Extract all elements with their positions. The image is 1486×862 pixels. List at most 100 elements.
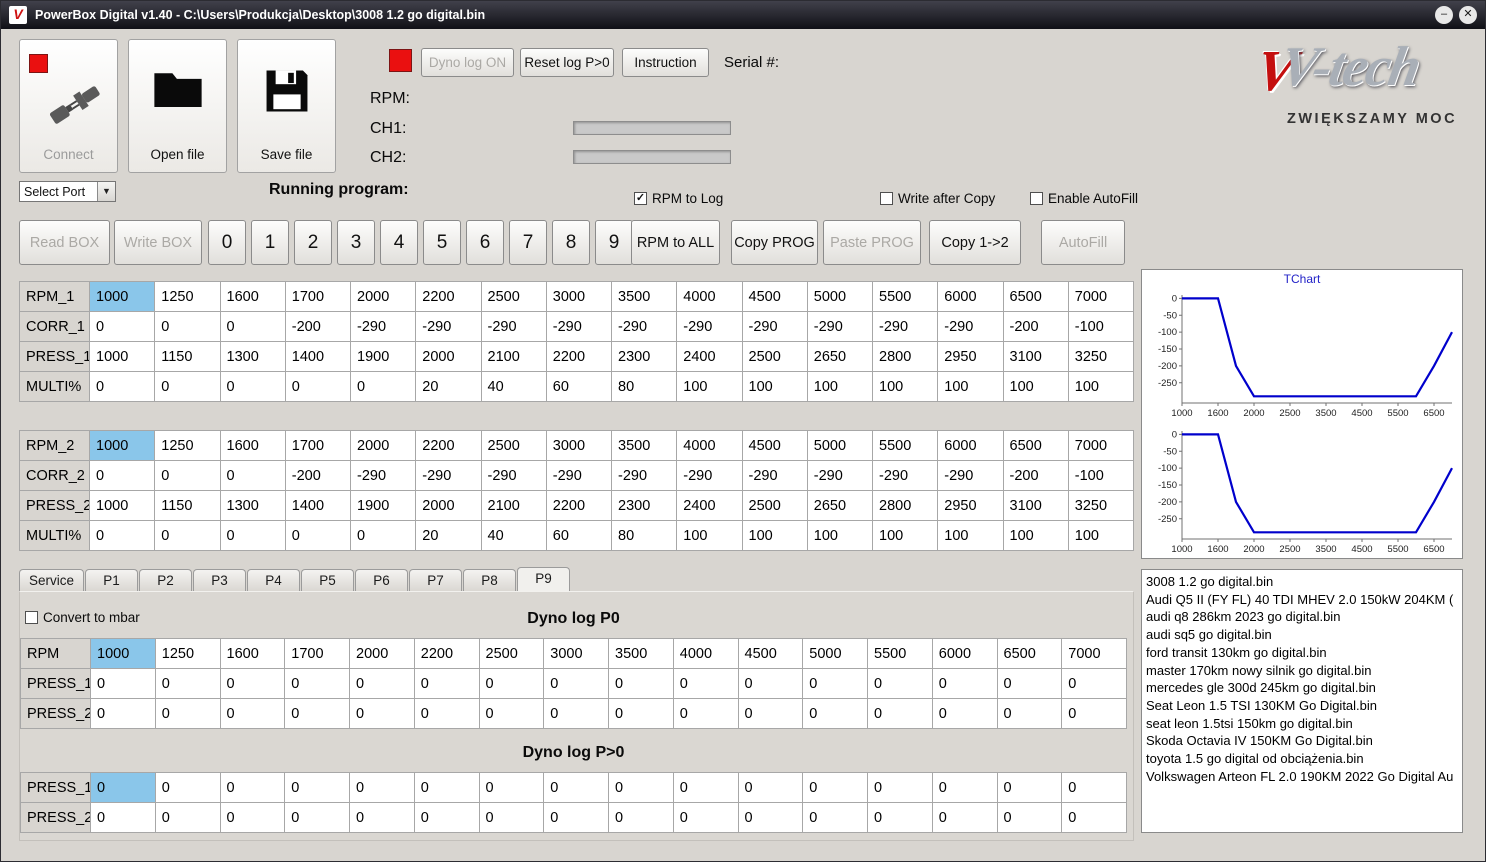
- cell-RPM_1-13[interactable]: 6000: [937, 281, 1004, 312]
- cell-RPM-3[interactable]: 1700: [284, 638, 350, 669]
- reset-log-button[interactable]: Reset log P>0: [520, 48, 614, 77]
- cell-CORR_2-1[interactable]: 0: [154, 460, 221, 491]
- cell-RPM-8[interactable]: 3500: [608, 638, 674, 669]
- cell-MULTI%-4[interactable]: 0: [349, 520, 417, 551]
- cell-MULTI%-11[interactable]: 100: [806, 371, 874, 402]
- cell-PRESS_1-9[interactable]: 0: [672, 772, 739, 803]
- cell-CORR_1-9[interactable]: -290: [676, 311, 743, 342]
- cell-CORR_1-3[interactable]: -200: [284, 311, 352, 342]
- copy-1-2-button[interactable]: Copy 1->2: [929, 220, 1021, 265]
- cell-PRESS_2-7[interactable]: 0: [543, 802, 609, 833]
- cell-PRESS_1-15[interactable]: 0: [1061, 772, 1127, 803]
- tab-p2[interactable]: P2: [139, 569, 193, 592]
- cell-RPM-15[interactable]: 7000: [1061, 638, 1127, 669]
- cell-RPM_2-4[interactable]: 2000: [349, 430, 417, 461]
- cell-PRESS_2-11[interactable]: 0: [802, 802, 868, 833]
- tab-p6[interactable]: P6: [355, 569, 409, 592]
- cell-RPM-1[interactable]: 1250: [154, 638, 221, 669]
- cell-MULTI%-9[interactable]: 100: [676, 371, 743, 402]
- cell-RPM_2-15[interactable]: 7000: [1067, 430, 1135, 461]
- cell-MULTI%-6[interactable]: 40: [480, 520, 547, 551]
- cell-PRESS_1-8[interactable]: 0: [608, 772, 674, 803]
- read-box-button[interactable]: Read BOX: [19, 220, 110, 265]
- cell-RPM_2-8[interactable]: 3500: [610, 430, 678, 461]
- cell-PRESS_1-1[interactable]: 0: [154, 772, 221, 803]
- cell-PRESS_2-9[interactable]: 0: [672, 698, 739, 729]
- cell-MULTI%-7[interactable]: 60: [545, 371, 613, 402]
- cell-CORR_1-6[interactable]: -290: [480, 311, 547, 342]
- cell-RPM_1-6[interactable]: 2500: [480, 281, 547, 312]
- write-after-copy-checkbox-box[interactable]: [880, 192, 893, 205]
- cell-PRESS_1-0[interactable]: 0: [90, 668, 156, 699]
- cell-RPM-9[interactable]: 4000: [672, 638, 739, 669]
- cell-CORR_2-8[interactable]: -290: [610, 460, 678, 491]
- cell-PRESS_1-7[interactable]: 2200: [545, 341, 613, 372]
- cell-PRESS_1-10[interactable]: 0: [737, 772, 804, 803]
- cell-PRESS_1-12[interactable]: 0: [867, 772, 933, 803]
- cell-RPM_2-0[interactable]: 1000: [88, 430, 156, 461]
- cell-CORR_1-12[interactable]: -290: [871, 311, 939, 342]
- cell-CORR_2-4[interactable]: -290: [349, 460, 417, 491]
- cell-PRESS_1-3[interactable]: 0: [284, 772, 350, 803]
- cell-CORR_1-8[interactable]: -290: [610, 311, 678, 342]
- cell-PRESS_2-8[interactable]: 0: [608, 698, 674, 729]
- cell-RPM-11[interactable]: 5000: [802, 638, 868, 669]
- cell-PRESS_1-3[interactable]: 1400: [284, 341, 352, 372]
- cell-RPM_1-15[interactable]: 7000: [1067, 281, 1135, 312]
- cell-RPM_1-8[interactable]: 3500: [610, 281, 678, 312]
- digit-button-0[interactable]: 0: [208, 220, 246, 265]
- cell-PRESS_2-2[interactable]: 0: [219, 698, 286, 729]
- digit-button-7[interactable]: 7: [509, 220, 547, 265]
- cell-PRESS_1-5[interactable]: 0: [413, 772, 480, 803]
- cell-MULTI%-10[interactable]: 100: [741, 371, 808, 402]
- tab-p8[interactable]: P8: [463, 569, 517, 592]
- cell-PRESS_1-5[interactable]: 0: [413, 668, 480, 699]
- cell-PRESS_1-13[interactable]: 0: [931, 772, 998, 803]
- cell-PRESS_1-10[interactable]: 0: [737, 668, 804, 699]
- cell-MULTI%-14[interactable]: 100: [1002, 371, 1069, 402]
- cell-CORR_1-5[interactable]: -290: [415, 311, 482, 342]
- cell-PRESS_2-3[interactable]: 1400: [284, 490, 352, 521]
- cell-RPM-13[interactable]: 6000: [931, 638, 998, 669]
- cell-PRESS_2-10[interactable]: 0: [737, 698, 804, 729]
- tab-service[interactable]: Service: [19, 569, 85, 592]
- cell-RPM_1-4[interactable]: 2000: [349, 281, 417, 312]
- cell-PRESS_1-12[interactable]: 2800: [871, 341, 939, 372]
- close-button[interactable]: ✕: [1459, 6, 1477, 24]
- cell-PRESS_2-3[interactable]: 0: [284, 802, 350, 833]
- digit-button-8[interactable]: 8: [552, 220, 590, 265]
- connect-button[interactable]: Connect: [19, 39, 118, 173]
- digit-button-3[interactable]: 3: [337, 220, 375, 265]
- cell-RPM_2-7[interactable]: 3000: [545, 430, 613, 461]
- digit-button-1[interactable]: 1: [251, 220, 289, 265]
- tab-p7[interactable]: P7: [409, 569, 463, 592]
- file-list-item[interactable]: 3008 1.2 go digital.bin: [1146, 573, 1458, 591]
- cell-MULTI%-2[interactable]: 0: [219, 520, 286, 551]
- cell-PRESS_2-13[interactable]: 2950: [937, 490, 1004, 521]
- cell-PRESS_2-5[interactable]: 0: [413, 698, 480, 729]
- cell-PRESS_1-0[interactable]: 1000: [88, 341, 156, 372]
- tab-p5[interactable]: P5: [301, 569, 355, 592]
- cell-PRESS_1-2[interactable]: 0: [219, 772, 286, 803]
- cell-PRESS_1-14[interactable]: 0: [996, 668, 1063, 699]
- cell-PRESS_1-9[interactable]: 2400: [676, 341, 743, 372]
- cell-PRESS_2-12[interactable]: 0: [867, 802, 933, 833]
- cell-CORR_2-12[interactable]: -290: [871, 460, 939, 491]
- cell-MULTI%-1[interactable]: 0: [154, 520, 221, 551]
- cell-PRESS_1-11[interactable]: 2650: [806, 341, 874, 372]
- cell-PRESS_2-13[interactable]: 0: [931, 698, 998, 729]
- cell-PRESS_2-12[interactable]: 0: [867, 698, 933, 729]
- cell-RPM_2-10[interactable]: 4500: [741, 430, 808, 461]
- cell-PRESS_2-14[interactable]: 0: [996, 698, 1063, 729]
- cell-PRESS_1-1[interactable]: 0: [154, 668, 221, 699]
- enable-autofill-checkbox[interactable]: Enable AutoFill: [1030, 191, 1138, 206]
- cell-PRESS_2-7[interactable]: 0: [543, 698, 609, 729]
- tab-p9[interactable]: P9: [517, 567, 571, 592]
- tab-p3[interactable]: P3: [193, 569, 247, 592]
- tab-p4[interactable]: P4: [247, 569, 301, 592]
- cell-PRESS_2-12[interactable]: 2800: [871, 490, 939, 521]
- cell-CORR_2-6[interactable]: -290: [480, 460, 547, 491]
- cell-PRESS_1-4[interactable]: 0: [349, 772, 415, 803]
- cell-RPM-14[interactable]: 6500: [996, 638, 1063, 669]
- rpm-to-log-checkbox-box[interactable]: ✓: [634, 192, 647, 205]
